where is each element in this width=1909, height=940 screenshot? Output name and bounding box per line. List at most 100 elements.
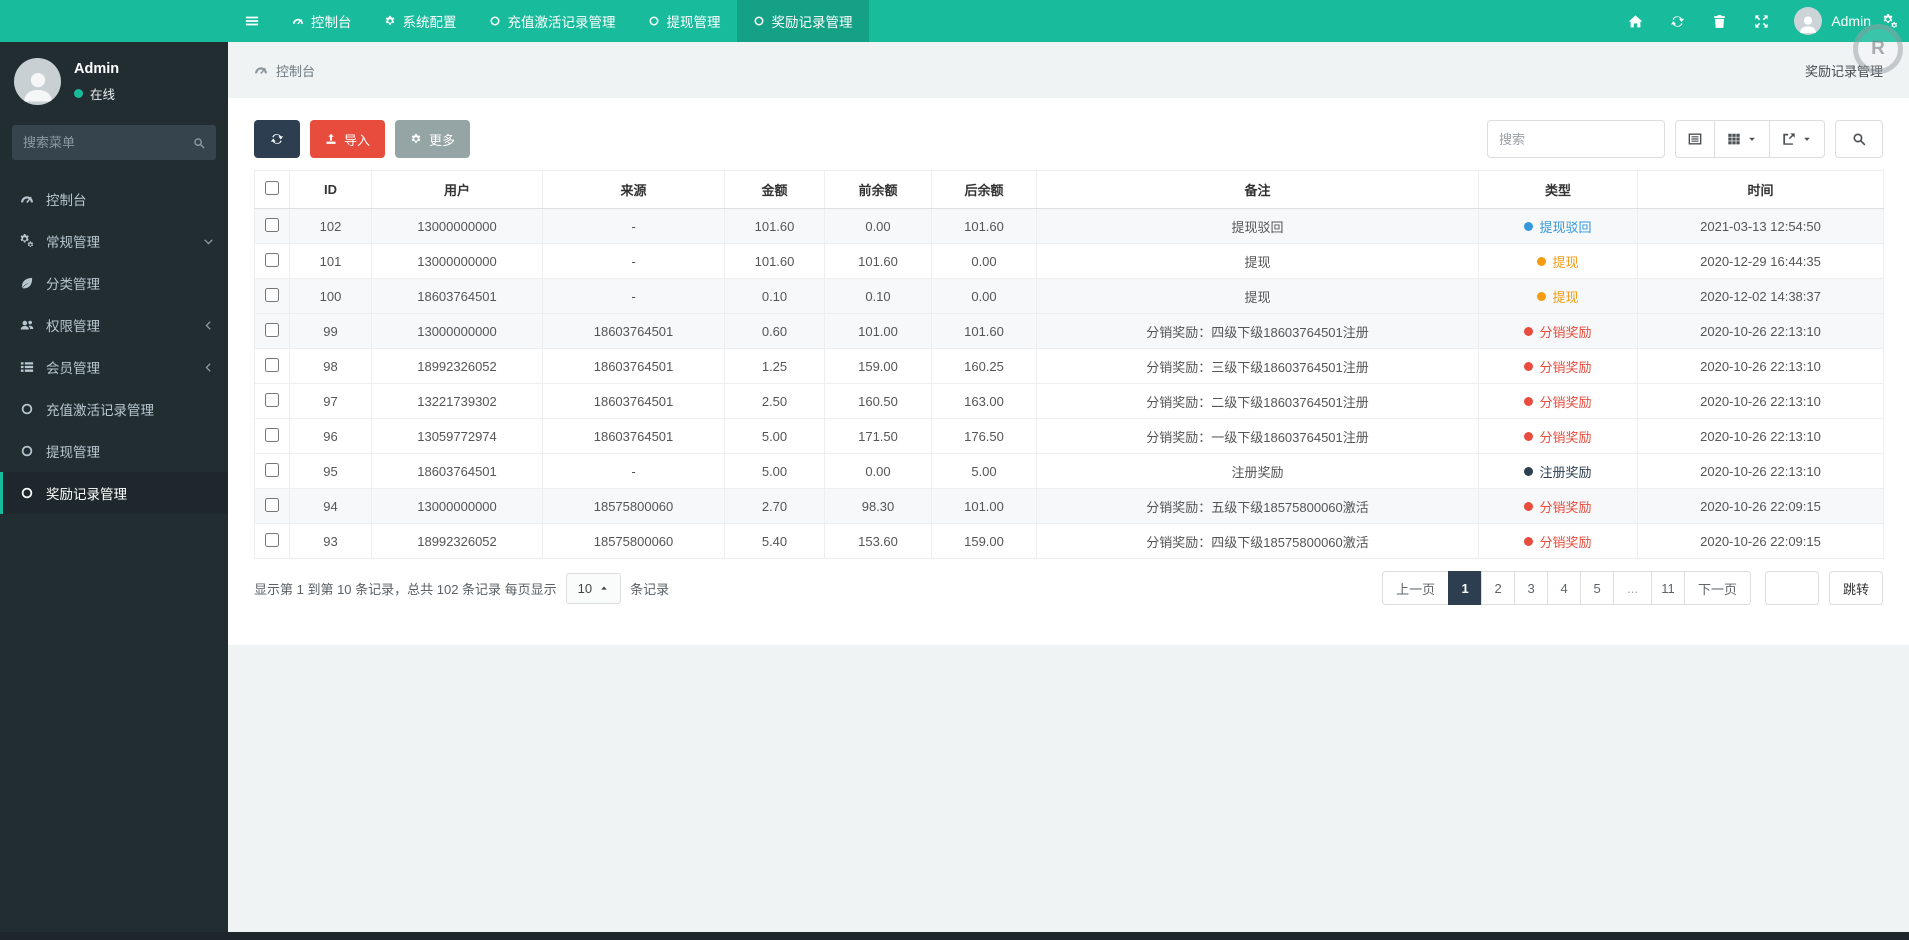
more-button[interactable]: 更多	[395, 120, 471, 158]
sidebar-item-reward-log[interactable]: 奖励记录管理	[0, 472, 228, 514]
refresh-button[interactable]	[1656, 0, 1698, 42]
expand-icon	[1754, 14, 1769, 29]
cell-after: 101.00	[931, 488, 1037, 524]
cell-time: 2020-10-26 22:13:10	[1637, 418, 1884, 454]
export-button[interactable]	[1769, 120, 1825, 158]
cell-memo: 注册奖励	[1036, 453, 1479, 489]
gear-icon	[410, 133, 422, 145]
search-button[interactable]	[1835, 120, 1883, 158]
column-header-before[interactable]: 前余额	[824, 170, 932, 209]
cell-id: 102	[289, 208, 372, 244]
leaf-icon	[20, 276, 46, 290]
column-header-user[interactable]: 用户	[371, 170, 543, 209]
cell-id: 95	[289, 453, 372, 489]
row-checkbox[interactable]	[265, 357, 279, 372]
search-icon[interactable]	[193, 137, 205, 149]
cell-after: 101.60	[931, 208, 1037, 244]
type-badge: 分销奖励	[1524, 497, 1592, 516]
type-dot	[1537, 256, 1547, 266]
dashboard-icon	[292, 15, 304, 27]
top-navbar: 控制台 系统配置 充值激活记录管理 提现管理 奖励记录管理 Admin	[0, 0, 1909, 42]
cell-amount: 0.60	[724, 313, 825, 349]
column-header-type[interactable]: 类型	[1478, 170, 1638, 209]
nav-tab-reward-log[interactable]: 奖励记录管理	[736, 0, 869, 42]
pagination-next[interactable]: 下一页	[1683, 571, 1751, 605]
pagination-page-3[interactable]: 3	[1514, 571, 1549, 605]
sidebar-item-withdraw[interactable]: 提现管理	[0, 430, 228, 472]
columns-button[interactable]	[1714, 120, 1770, 158]
table-search-input[interactable]	[1487, 120, 1665, 158]
cell-type: 分销奖励	[1478, 313, 1638, 349]
circle-icon	[20, 486, 46, 500]
records-info-suffix: 条记录	[630, 581, 670, 597]
type-badge: 分销奖励	[1524, 357, 1592, 376]
caret-up-icon	[599, 583, 609, 593]
refresh-button[interactable]	[254, 120, 300, 158]
sidebar-item-category[interactable]: 分类管理	[0, 262, 228, 304]
pagination-page-5[interactable]: 5	[1580, 571, 1615, 605]
breadcrumb[interactable]: 控制台	[254, 61, 315, 80]
page-jump-button[interactable]: 跳转	[1828, 571, 1883, 605]
row-checkbox[interactable]	[265, 287, 279, 302]
sidebar-toggle-button[interactable]	[228, 0, 276, 42]
sidebar-item-label: 控制台	[46, 193, 87, 208]
sidebar-item-general[interactable]: 常规管理	[0, 220, 228, 262]
detail-view-button[interactable]	[1675, 120, 1715, 158]
pagination-prev[interactable]: 上一页	[1382, 571, 1450, 605]
cell-user: 13000000000	[371, 208, 543, 244]
import-button[interactable]: 导入	[310, 120, 386, 158]
sidebar-search-input[interactable]	[23, 135, 193, 150]
nav-tab-label: 充值激活记录管理	[507, 15, 616, 30]
cell-amount: 101.60	[724, 208, 825, 244]
sidebar-item-label: 权限管理	[46, 319, 100, 334]
row-checkbox[interactable]	[265, 462, 279, 477]
column-header-memo[interactable]: 备注	[1036, 170, 1479, 209]
pagination-page-1[interactable]: 1	[1448, 571, 1483, 605]
select-all-checkbox[interactable]	[265, 181, 279, 195]
row-select-cell	[254, 208, 290, 244]
nav-tab-console[interactable]: 控制台	[276, 0, 368, 42]
type-badge: 分销奖励	[1524, 392, 1592, 411]
cell-time: 2020-10-26 22:13:10	[1637, 313, 1884, 349]
sidebar-item-member[interactable]: 会员管理	[0, 346, 228, 388]
column-header-id[interactable]: ID	[289, 170, 372, 209]
nav-tab-recharge-activation-log[interactable]: 充值激活记录管理	[473, 0, 632, 42]
pagination: 上一页 1 2 3 4 5... 11 下一页	[1382, 571, 1751, 605]
sidebar-item-recharge-activation-log[interactable]: 充值激活记录管理	[0, 388, 228, 430]
pagination-page-11[interactable]: 11	[1650, 571, 1685, 605]
nav-tab-withdraw[interactable]: 提现管理	[632, 0, 737, 42]
pagination-page-4[interactable]: 4	[1547, 571, 1582, 605]
row-checkbox[interactable]	[265, 392, 279, 407]
page-jump-input[interactable]	[1764, 571, 1819, 605]
nav-tab-system-config[interactable]: 系统配置	[368, 0, 473, 42]
sidebar-item-console[interactable]: 控制台	[0, 178, 228, 220]
cell-before: 171.50	[824, 418, 932, 454]
home-button[interactable]	[1614, 0, 1656, 42]
type-dot	[1524, 396, 1534, 406]
chevron-left-icon	[203, 320, 214, 331]
cell-before: 0.10	[824, 278, 932, 314]
column-header-amount[interactable]: 金额	[724, 170, 825, 209]
expand-button[interactable]	[1740, 0, 1782, 42]
row-checkbox[interactable]	[265, 322, 279, 337]
column-header-time[interactable]: 时间	[1637, 170, 1884, 209]
pagination-page-2[interactable]: 2	[1481, 571, 1516, 605]
cell-type: 提现	[1478, 278, 1638, 314]
circle-icon	[20, 444, 46, 458]
page-size-dropdown[interactable]: 10	[565, 572, 622, 604]
online-status-label: 在线	[90, 87, 116, 102]
sidebar-item-auth[interactable]: 权限管理	[0, 304, 228, 346]
cell-memo: 分销奖励：三级下级18603764501注册	[1036, 348, 1479, 384]
breadcrumb-bar: 控制台 奖励记录管理	[228, 42, 1909, 98]
row-checkbox[interactable]	[265, 427, 279, 442]
column-header-after[interactable]: 后余额	[931, 170, 1037, 209]
row-select-cell	[254, 418, 290, 454]
row-checkbox[interactable]	[265, 217, 279, 232]
column-header-source[interactable]: 来源	[542, 170, 725, 209]
row-checkbox[interactable]	[265, 532, 279, 547]
cell-before: 160.50	[824, 383, 932, 419]
trash-button[interactable]	[1698, 0, 1740, 42]
row-checkbox[interactable]	[265, 252, 279, 267]
cell-after: 160.25	[931, 348, 1037, 384]
row-checkbox[interactable]	[265, 497, 279, 512]
